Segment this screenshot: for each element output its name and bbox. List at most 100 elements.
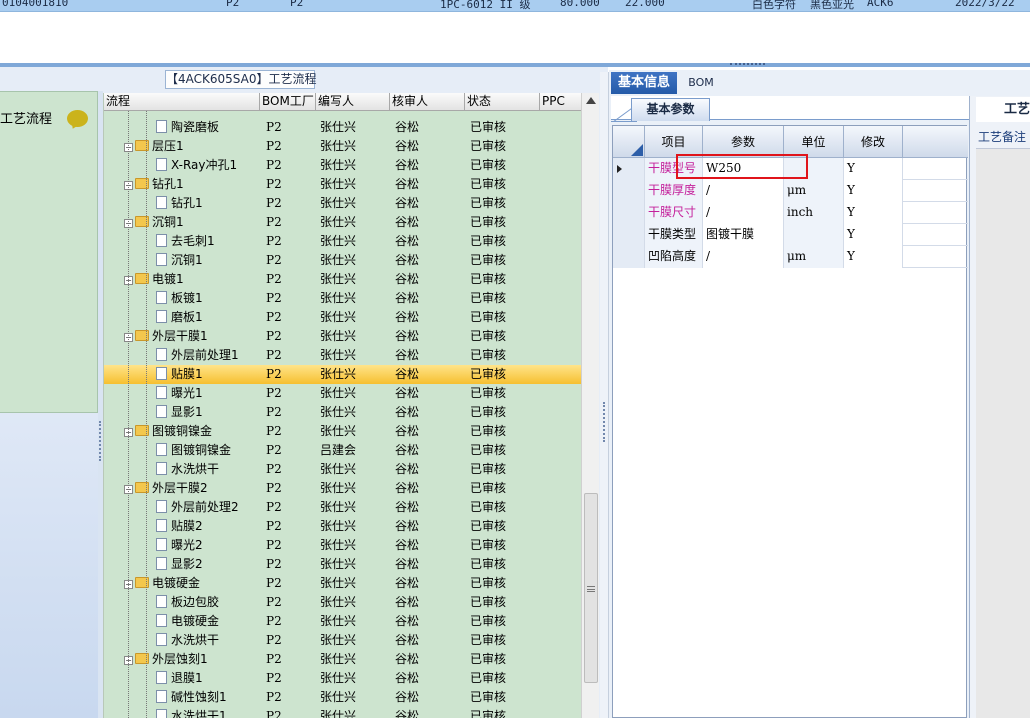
table-row-selected[interactable]: 贴膜1 P2 张仕兴 谷松 已审核 xyxy=(104,365,581,384)
tab-bom[interactable]: BOM xyxy=(681,72,721,94)
params-table[interactable]: 项目 参数 单位 修改 干膜型号 W250 Y 干膜厚度 / μm Y 干膜尺寸 / inch Y 干… xyxy=(612,125,968,718)
param-row[interactable]: 干膜类型 图镀干膜 Y xyxy=(613,224,968,246)
param-value-cell[interactable]: 图镀干膜 xyxy=(703,224,784,246)
table-row[interactable]: − 图镀铜镍金 P2 张仕兴 谷松 已审核 xyxy=(104,422,581,441)
table-row[interactable]: 水洗烘干 P2 张仕兴 谷松 已审核 xyxy=(104,460,581,479)
tree-line xyxy=(146,111,147,718)
author-cell: 张仕兴 xyxy=(320,139,357,153)
corner-cell[interactable] xyxy=(613,126,645,158)
param-row[interactable]: 干膜尺寸 / inch Y xyxy=(613,202,968,224)
row-selector[interactable] xyxy=(613,158,645,180)
table-row[interactable]: X-Ray冲孔1 P2 张仕兴 谷松 已审核 xyxy=(104,156,581,175)
param-value-cell[interactable]: / xyxy=(703,180,784,202)
table-row[interactable]: 退膜1 P2 张仕兴 谷松 已审核 xyxy=(104,669,581,688)
table-row[interactable]: 钻孔1 P2 张仕兴 谷松 已审核 xyxy=(104,194,581,213)
param-row[interactable]: 凹陷高度 / μm Y xyxy=(613,246,968,268)
table-row[interactable]: − 外层干膜2 P2 张仕兴 谷松 已审核 xyxy=(104,479,581,498)
table-row[interactable]: − 沉铜1 P2 张仕兴 谷松 已审核 xyxy=(104,213,581,232)
table-row[interactable]: 板镀1 P2 张仕兴 谷松 已审核 xyxy=(104,289,581,308)
table-row[interactable]: 沉铜1 P2 张仕兴 谷松 已审核 xyxy=(104,251,581,270)
param-modify-cell[interactable]: Y xyxy=(844,202,903,224)
col-header-flow[interactable]: 流程 xyxy=(104,93,260,111)
document-icon xyxy=(156,234,167,247)
vertical-splitter-middle[interactable] xyxy=(600,72,609,718)
param-value-cell[interactable]: / xyxy=(703,246,784,268)
table-row[interactable]: 电镀硬金 P2 张仕兴 谷松 已审核 xyxy=(104,612,581,631)
status-cell: 已审核 xyxy=(470,671,507,685)
col-header-status[interactable]: 状态 xyxy=(465,93,540,111)
bom-factory-cell: P2 xyxy=(266,158,282,172)
table-row[interactable]: − 外层干膜1 P2 张仕兴 谷松 已审核 xyxy=(104,327,581,346)
flow-cell: − 外层干膜1 xyxy=(124,327,260,346)
bom-factory-cell: P2 xyxy=(266,538,282,552)
author-cell: 张仕兴 xyxy=(320,405,357,419)
top-cell: 1PC-6012 II 级 xyxy=(440,0,531,11)
table-row[interactable]: 陶瓷磨板 P2 张仕兴 谷松 已审核 xyxy=(104,118,581,137)
table-row[interactable]: 去毛刺1 P2 张仕兴 谷松 已审核 xyxy=(104,232,581,251)
author-cell: 张仕兴 xyxy=(320,215,357,229)
author-cell: 张仕兴 xyxy=(320,329,357,343)
process-notes-label: 工艺备注 xyxy=(978,130,1027,144)
param-modify-cell[interactable]: Y xyxy=(844,180,903,202)
author-cell: 张仕兴 xyxy=(320,595,357,609)
col-header-modify[interactable]: 修改 xyxy=(844,126,903,158)
process-flow-grid[interactable]: 流程 BOM工厂 编写人 核审人 状态 PPC 陶瓷磨板 P2 张仕兴 谷松 已审核 − 层… xyxy=(103,93,581,718)
row-selector[interactable] xyxy=(613,180,645,202)
param-unit-cell[interactable]: μm xyxy=(784,180,844,202)
table-row[interactable]: 图镀铜镍金 P2 吕建会 谷松 已审核 xyxy=(104,441,581,460)
side-process-flow-label[interactable]: 工艺流程 xyxy=(0,108,52,127)
flow-cell: 退膜1 xyxy=(156,669,260,688)
scroll-thumb[interactable] xyxy=(584,493,598,683)
table-row[interactable]: − 电镀硬金 P2 张仕兴 谷松 已审核 xyxy=(104,574,581,593)
bom-factory-cell: P2 xyxy=(266,614,282,628)
table-row[interactable]: 外层前处理1 P2 张仕兴 谷松 已审核 xyxy=(104,346,581,365)
document-icon xyxy=(156,386,167,399)
author-cell: 张仕兴 xyxy=(320,633,357,647)
col-header-ppc[interactable]: PPC xyxy=(540,93,581,111)
flow-cell: − 沉铜1 xyxy=(124,213,260,232)
table-row[interactable]: 外层前处理2 P2 张仕兴 谷松 已审核 xyxy=(104,498,581,517)
table-row[interactable]: − 外层蚀刻1 P2 张仕兴 谷松 已审核 xyxy=(104,650,581,669)
flow-cell: 磨板1 xyxy=(156,308,260,327)
subtab-basic-params[interactable]: 基本参数 xyxy=(631,98,710,121)
table-row[interactable]: − 电镀1 P2 张仕兴 谷松 已审核 xyxy=(104,270,581,289)
param-modify-cell[interactable]: Y xyxy=(844,224,903,246)
param-unit-cell[interactable]: μm xyxy=(784,246,844,268)
table-row[interactable]: 碱性蚀刻1 P2 张仕兴 谷松 已审核 xyxy=(104,688,581,707)
table-row[interactable]: − 钻孔1 P2 张仕兴 谷松 已审核 xyxy=(104,175,581,194)
comment-bubble-icon[interactable] xyxy=(67,110,88,127)
top-data-row[interactable]: 0104001810 P2 P2 1PC-6012 II 级 80.000 22… xyxy=(0,0,1030,12)
process-notes-body[interactable] xyxy=(976,148,1030,718)
param-modify-cell[interactable]: Y xyxy=(844,158,903,180)
param-modify-cell[interactable]: Y xyxy=(844,246,903,268)
table-row[interactable]: − 层压1 P2 张仕兴 谷松 已审核 xyxy=(104,137,581,156)
param-item-cell: 干膜尺寸 xyxy=(645,202,703,224)
table-row[interactable]: 贴膜2 P2 张仕兴 谷松 已审核 xyxy=(104,517,581,536)
table-row[interactable]: 显影1 P2 张仕兴 谷松 已审核 xyxy=(104,403,581,422)
table-row[interactable]: 磨板1 P2 张仕兴 谷松 已审核 xyxy=(104,308,581,327)
col-header-bom[interactable]: BOM工厂 xyxy=(260,93,316,111)
current-row-arrow-icon xyxy=(617,165,622,173)
param-unit-cell[interactable]: inch xyxy=(784,202,844,224)
tab-basic-info[interactable]: 基本信息 xyxy=(611,72,677,94)
param-unit-cell[interactable] xyxy=(784,224,844,246)
col-header-reviewer[interactable]: 核审人 xyxy=(390,93,465,111)
param-value-cell[interactable]: / xyxy=(703,202,784,224)
table-row[interactable]: 显影2 P2 张仕兴 谷松 已审核 xyxy=(104,555,581,574)
reviewer-cell: 谷松 xyxy=(395,348,420,362)
author-cell: 张仕兴 xyxy=(320,671,357,685)
col-header-author[interactable]: 编写人 xyxy=(316,93,390,111)
param-row[interactable]: 干膜厚度 / μm Y xyxy=(613,180,968,202)
tab-process-notes[interactable]: 工艺 xyxy=(976,97,1030,122)
document-icon xyxy=(156,614,167,627)
table-row[interactable]: 曝光2 P2 张仕兴 谷松 已审核 xyxy=(104,536,581,555)
row-selector[interactable] xyxy=(613,224,645,246)
table-row[interactable]: 板边包胶 P2 张仕兴 谷松 已审核 xyxy=(104,593,581,612)
table-row[interactable]: 水洗烘干 P2 张仕兴 谷松 已审核 xyxy=(104,631,581,650)
row-selector[interactable] xyxy=(613,202,645,224)
table-row[interactable]: 水洗烘干1 P2 张仕兴 谷松 已审核 xyxy=(104,707,581,718)
grid-scrollbar[interactable] xyxy=(581,93,599,718)
table-row[interactable]: 曝光1 P2 张仕兴 谷松 已审核 xyxy=(104,384,581,403)
scroll-up-icon[interactable] xyxy=(586,97,596,104)
row-selector[interactable] xyxy=(613,246,645,268)
